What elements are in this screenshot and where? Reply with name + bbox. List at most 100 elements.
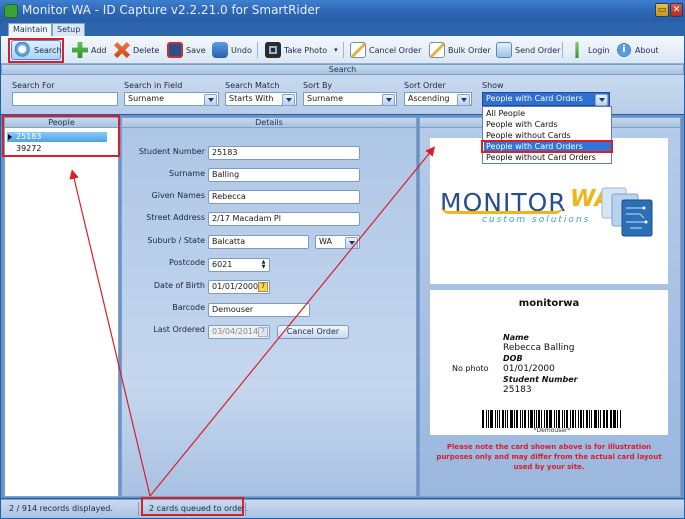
camera-icon bbox=[265, 42, 281, 58]
state-value: WA bbox=[319, 237, 332, 246]
barcode-bar bbox=[620, 410, 622, 428]
sort-by-value: Surname bbox=[307, 94, 343, 103]
postcode-field[interactable]: 6021 ▲ ▼ bbox=[208, 258, 270, 272]
illustration-disclaimer: Please note the card shown above is for … bbox=[436, 443, 662, 471]
people-list[interactable]: 25183 39272 bbox=[4, 127, 119, 497]
cancel-order-button-label: Cancel Order bbox=[369, 45, 422, 55]
card-dob-label: DOB bbox=[503, 354, 523, 363]
suburb-state-label: Suburb / State bbox=[147, 236, 205, 245]
given-names-label: Given Names bbox=[151, 191, 205, 200]
save-button[interactable]: Save bbox=[164, 40, 209, 60]
cancel-order-button[interactable]: Cancel Order bbox=[347, 40, 424, 60]
restore-button[interactable]: ▭ bbox=[655, 3, 669, 17]
spinner-arrows-icon[interactable]: ▲ ▼ bbox=[259, 260, 268, 270]
search-match-select[interactable]: Starts With bbox=[225, 92, 297, 106]
cancel-order-detail-button[interactable]: Cancel Order bbox=[277, 325, 349, 339]
add-button-label: Add bbox=[91, 45, 107, 55]
barcode-bar bbox=[538, 410, 541, 428]
plus-icon bbox=[72, 42, 88, 58]
login-button[interactable]: Login bbox=[566, 40, 613, 60]
card-back-title: monitorwa bbox=[518, 298, 580, 309]
barcode-bar bbox=[494, 410, 496, 428]
take-photo-button[interactable]: Take Photo ▾ bbox=[262, 40, 341, 60]
add-button[interactable]: Add bbox=[69, 40, 110, 60]
info-icon: i bbox=[616, 42, 632, 58]
save-button-label: Save bbox=[186, 45, 206, 55]
barcode-bar bbox=[586, 410, 588, 428]
title-bar: Monitor WA - ID Capture v2.2.21.0 for Sm… bbox=[0, 0, 685, 22]
barcode-bar bbox=[561, 410, 563, 428]
pencil-edit-icon bbox=[429, 42, 445, 58]
toolbar-separator bbox=[257, 42, 258, 58]
show-option-all-people[interactable]: All People bbox=[484, 108, 611, 119]
about-button-label: About bbox=[635, 45, 659, 55]
barcode-bar bbox=[498, 410, 501, 428]
barcode-bar bbox=[613, 410, 617, 428]
tab-setup[interactable]: Setup bbox=[52, 23, 86, 36]
street-address-field[interactable]: 2/17 Macadam Pl bbox=[208, 212, 360, 226]
records-displayed-status: 2 / 914 records displayed. bbox=[9, 504, 113, 513]
barcode-bar bbox=[485, 410, 487, 428]
send-order-button[interactable]: Send Order bbox=[493, 40, 563, 60]
show-select-value: People with Card Orders bbox=[486, 94, 583, 103]
suburb-field[interactable]: Balcatta bbox=[208, 235, 309, 249]
barcode-bar bbox=[516, 410, 518, 428]
about-button[interactable]: i About bbox=[613, 40, 662, 60]
show-label: Show bbox=[482, 81, 504, 90]
barcode-bar bbox=[569, 410, 571, 428]
bulk-order-button[interactable]: Bulk Order bbox=[426, 40, 494, 60]
dropdown-arrow-icon bbox=[386, 98, 392, 102]
barcode-bar bbox=[549, 410, 552, 428]
barcode-bar bbox=[575, 410, 577, 428]
last-ordered-label: Last Ordered bbox=[153, 325, 205, 334]
show-select[interactable]: People with Card Orders bbox=[482, 92, 610, 106]
barcode-bar bbox=[578, 410, 580, 428]
surname-label: Surname bbox=[169, 169, 205, 178]
show-option-people-without-card-orders[interactable]: People without Card Orders bbox=[484, 152, 611, 163]
search-section-header: Search bbox=[1, 64, 684, 75]
search-match-value: Starts With bbox=[229, 94, 274, 103]
barcode-bar bbox=[605, 410, 607, 428]
search-for-input[interactable] bbox=[12, 92, 118, 106]
chevron-down-icon[interactable]: ▾ bbox=[334, 46, 338, 54]
surname-field[interactable]: Balling bbox=[208, 168, 360, 182]
date-of-birth-field[interactable]: 01/01/2000 7 bbox=[208, 280, 270, 294]
barcode-bar bbox=[563, 410, 565, 428]
calendar-icon: 7 bbox=[258, 327, 268, 337]
barcode-bar bbox=[502, 410, 505, 428]
undo-arrow-icon bbox=[212, 42, 228, 58]
barcode-bar bbox=[553, 410, 555, 428]
bulk-order-button-label: Bulk Order bbox=[448, 45, 491, 55]
status-bar: 2 / 914 records displayed. 2 cards queue… bbox=[1, 499, 684, 518]
postcode-value: 6021 bbox=[212, 260, 233, 269]
login-icon bbox=[575, 42, 579, 58]
dropdown-arrow-icon bbox=[208, 98, 214, 102]
show-option-people-with-cards[interactable]: People with Cards bbox=[484, 119, 611, 130]
barcode-bar bbox=[514, 410, 516, 428]
last-ordered-value: 03/04/2014 bbox=[212, 327, 259, 336]
barcode-bar bbox=[555, 410, 557, 428]
barcode-bar bbox=[510, 410, 514, 428]
sort-order-select[interactable]: Ascending bbox=[404, 92, 472, 106]
given-names-field[interactable]: Rebecca bbox=[208, 190, 360, 204]
floppy-disk-icon bbox=[167, 42, 183, 58]
calendar-icon[interactable]: 7 bbox=[258, 282, 268, 292]
barcode-bar bbox=[571, 410, 575, 428]
window-title: Monitor WA - ID Capture v2.2.21.0 for Sm… bbox=[22, 3, 320, 17]
sort-by-select[interactable]: Surname bbox=[303, 92, 397, 106]
postcode-label: Postcode bbox=[168, 258, 205, 267]
close-button[interactable]: ✕ bbox=[670, 3, 683, 17]
search-in-field-select[interactable]: Surname bbox=[124, 92, 219, 106]
barcode-bar bbox=[529, 410, 533, 428]
dropdown-arrow-icon bbox=[286, 98, 292, 102]
barcode-bar bbox=[546, 410, 549, 428]
barcode-field[interactable]: Demouser bbox=[208, 303, 310, 317]
barcode-bar bbox=[590, 410, 592, 428]
tab-maintain[interactable]: Maintain bbox=[8, 23, 53, 36]
delete-button[interactable]: Delete bbox=[111, 40, 162, 60]
student-number-label: Student Number bbox=[138, 147, 205, 156]
no-photo-placeholder: No photo bbox=[452, 364, 489, 373]
undo-button[interactable]: Undo bbox=[209, 40, 255, 60]
state-select[interactable]: WA bbox=[315, 235, 360, 249]
student-number-field[interactable]: 25183 bbox=[208, 146, 360, 160]
